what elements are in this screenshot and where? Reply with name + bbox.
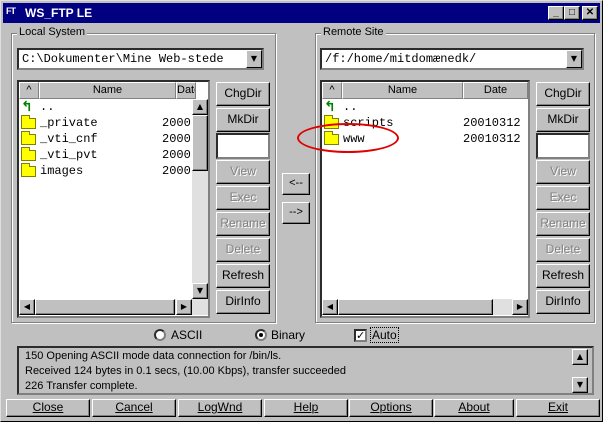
local-vertical-scrollbar[interactable]: ▲ ▼ [192,99,208,299]
minimize-button[interactable]: _ [548,6,564,20]
auto-checkbox[interactable]: ✓ [354,329,367,342]
local-name-header[interactable]: Name [39,82,176,99]
local-path-combo[interactable]: C:\Dokumenter\Mine Web-stede ▼ [17,48,264,70]
highlight-ellipse [297,123,399,153]
local-rename-button[interactable]: Rename [216,212,270,236]
folder-icon [21,115,36,129]
options-button[interactable]: Options [349,399,433,417]
remote-chgdir-button[interactable]: ChgDir [536,82,590,106]
log-window[interactable]: 150 Opening ASCII mode data connection f… [17,346,594,395]
chevron-down-icon[interactable]: ▼ [246,50,262,68]
remote-mkdir-button[interactable]: MkDir [536,108,590,132]
remote-sort-header[interactable]: ^ [322,82,342,99]
remote-up-item[interactable]: ↰ .. [322,99,528,115]
local-system-label: Local System [17,26,88,38]
close-window-button[interactable]: ✕ [582,6,598,20]
close-button[interactable]: Close [6,399,90,417]
local-sort-header[interactable]: ^ [19,82,39,99]
cancel-button[interactable]: Cancel [92,399,176,417]
log-line: 150 Opening ASCII mode data connection f… [25,350,282,362]
local-horizontal-scrollbar[interactable]: ◀ ▶ [19,299,208,315]
remote-date-header[interactable]: Date [463,82,528,99]
log-line: 226 Transfer complete. [25,380,138,392]
remote-dirinfo-button[interactable]: DirInfo [536,290,590,314]
remote-name-header[interactable]: Name [342,82,463,99]
remote-file-list[interactable]: ^ Name Date ↰ .. scripts 20010312 www 20… [320,80,530,318]
local-date-header[interactable]: Date [176,82,196,99]
scroll-down-icon[interactable]: ▼ [572,377,588,393]
local-chgdir-button[interactable]: ChgDir [216,82,270,106]
local-file-row[interactable]: images 2000 [19,163,208,179]
chevron-down-icon[interactable]: ▼ [566,50,582,68]
local-blank-field[interactable] [216,133,270,159]
remote-horizontal-scrollbar[interactable]: ◀ ▶ [322,299,528,315]
help-button[interactable]: Help [264,399,348,417]
local-file-row[interactable]: _private 2000 [19,115,208,131]
window-title: WS_FTP LE [25,6,93,20]
local-dirinfo-button[interactable]: DirInfo [216,290,270,314]
scroll-up-icon[interactable]: ▲ [572,349,588,365]
remote-exec-button[interactable]: Exec [536,186,590,210]
exit-button[interactable]: Exit [516,399,600,417]
binary-radio[interactable] [255,329,267,341]
auto-label[interactable]: Auto [370,327,399,343]
scroll-thumb[interactable] [338,299,493,315]
local-exec-button[interactable]: Exec [216,186,270,210]
remote-blank-field[interactable] [536,133,590,159]
folder-icon [21,163,36,177]
logwnd-button[interactable]: LogWnd [178,399,262,417]
log-line: Received 124 bytes in 0.1 secs, (10.00 K… [25,365,347,377]
remote-path-value: /f:/home/mitdomænedk/ [325,52,477,66]
local-delete-button[interactable]: Delete [216,238,270,262]
local-file-row[interactable]: _vti_pvt 2000 [19,147,208,163]
ascii-label[interactable]: ASCII [171,328,202,342]
upload-button[interactable]: --> [282,202,310,224]
remote-refresh-button[interactable]: Refresh [536,264,590,288]
folder-icon [21,131,36,145]
title-bar: FT WS_FTP LE _ □ ✕ [3,3,600,23]
local-file-list[interactable]: ^ Name Date ↰ .. _private 2000 _vti_cnf … [17,80,210,318]
remote-path-combo[interactable]: /f:/home/mitdomænedk/ ▼ [320,48,584,70]
local-up-item[interactable]: ↰ .. [19,99,208,115]
about-button[interactable]: About [434,399,514,417]
maximize-button[interactable]: □ [564,6,580,20]
local-refresh-button[interactable]: Refresh [216,264,270,288]
download-button[interactable]: <-- [282,173,310,195]
remote-site-label: Remote Site [321,26,386,38]
ws-ftp-window: FT WS_FTP LE _ □ ✕ Local System C:\Dokum… [0,0,603,422]
scroll-thumb[interactable] [35,299,175,315]
scroll-left-icon[interactable]: ◀ [322,299,338,315]
scroll-down-icon[interactable]: ▼ [192,283,208,299]
local-path-value: C:\Dokumenter\Mine Web-stede [22,52,224,66]
local-file-row[interactable]: _vti_cnf 2000 [19,131,208,147]
remote-delete-button[interactable]: Delete [536,238,590,262]
scroll-thumb[interactable] [192,115,208,171]
local-mkdir-button[interactable]: MkDir [216,108,270,132]
app-icon: FT [6,6,16,16]
folder-icon [21,147,36,161]
scroll-left-icon[interactable]: ◀ [19,299,35,315]
local-view-button[interactable]: View [216,160,270,184]
remote-view-button[interactable]: View [536,160,590,184]
binary-label[interactable]: Binary [271,328,305,342]
scroll-right-icon[interactable]: ▶ [176,299,192,315]
scroll-up-icon[interactable]: ▲ [192,99,208,115]
up-arrow-icon: ↰ [21,99,33,115]
ascii-radio[interactable] [154,329,166,341]
scroll-right-icon[interactable]: ▶ [512,299,528,315]
remote-rename-button[interactable]: Rename [536,212,590,236]
up-arrow-icon: ↰ [324,99,336,115]
